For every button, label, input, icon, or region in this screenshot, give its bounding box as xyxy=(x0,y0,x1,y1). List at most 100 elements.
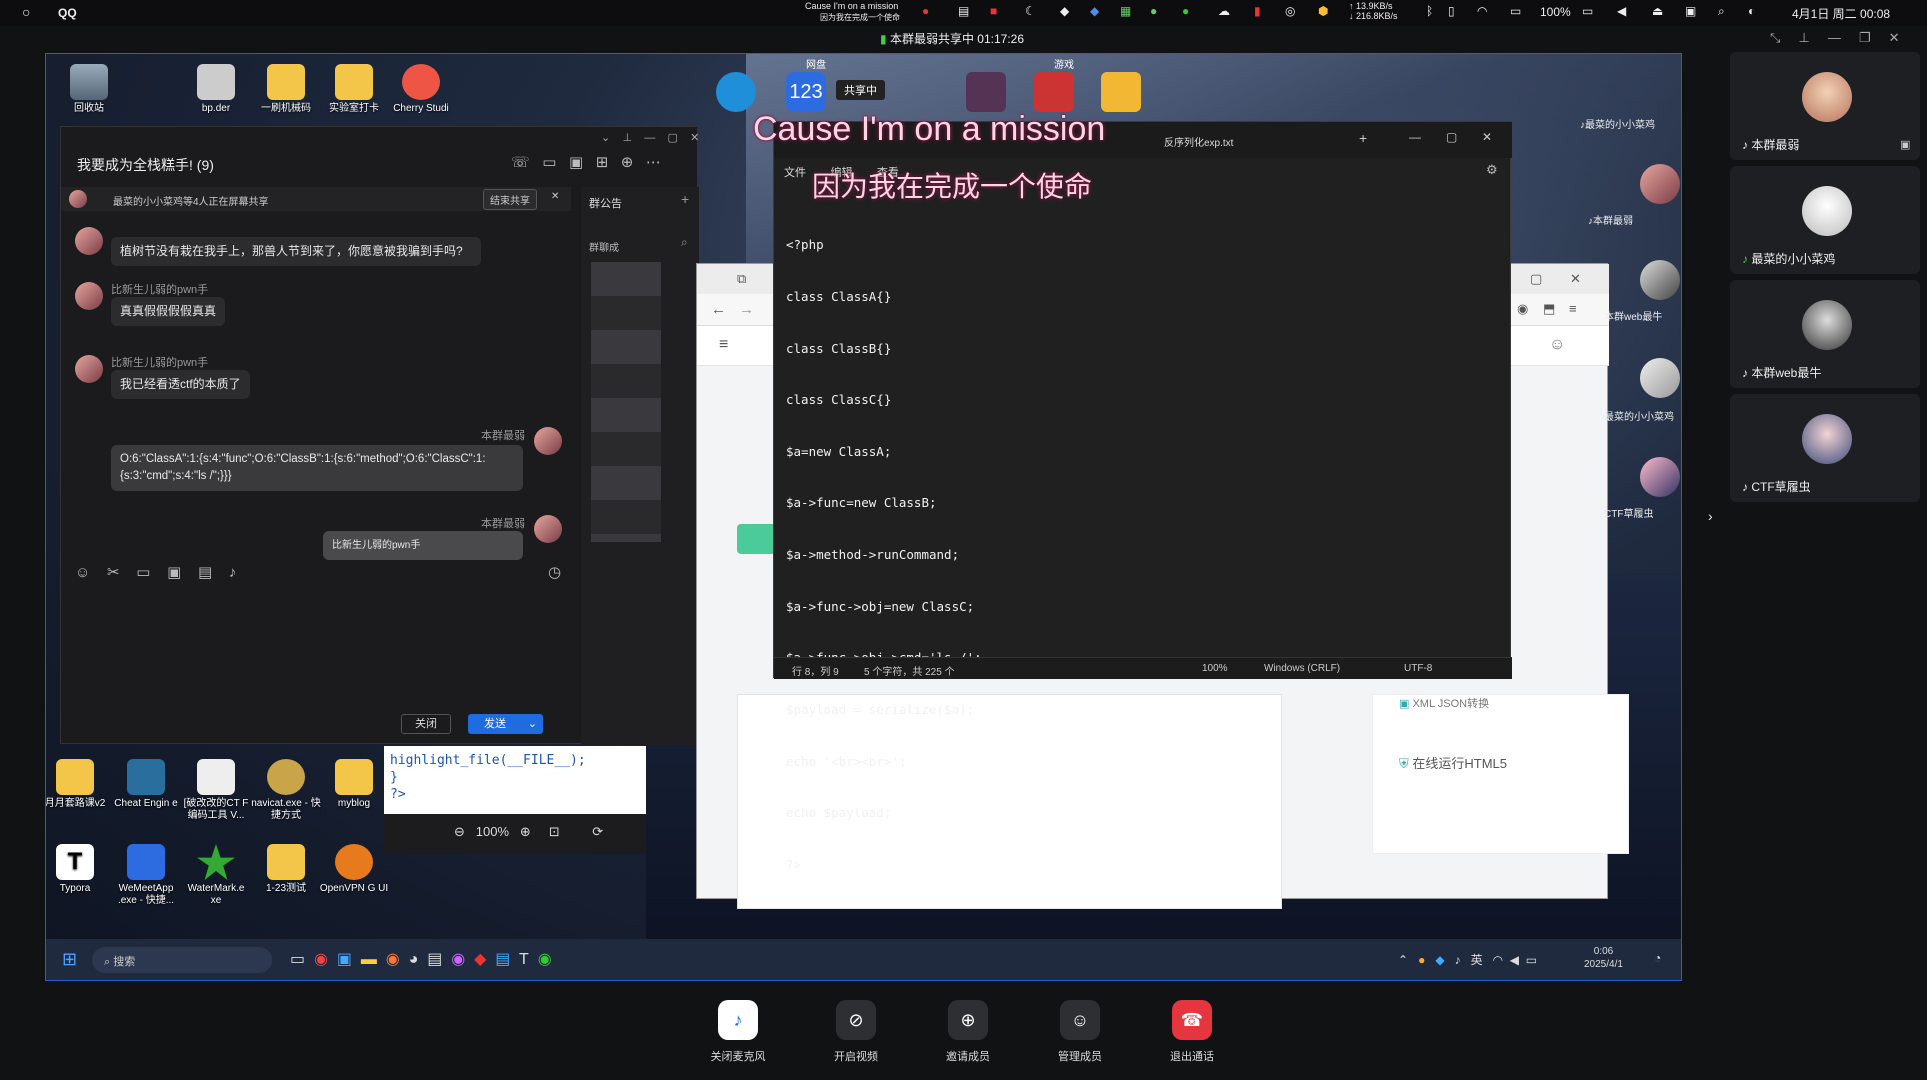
qq-icon[interactable]: ◕ xyxy=(409,951,419,968)
app-icon[interactable] xyxy=(1101,72,1141,112)
wifi-icon[interactable]: ◠ xyxy=(1493,953,1503,967)
task-view-icon[interactable]: ▭ xyxy=(290,951,305,968)
notepad-tab[interactable]: 反序列化exp.txt xyxy=(1164,134,1233,149)
desktop-icon-folder[interactable]: 月月套路课v2 xyxy=(46,759,110,810)
emoji-icon[interactable]: ☺ xyxy=(75,564,90,581)
close-icon[interactable]: ✕ xyxy=(690,132,699,144)
member-tile[interactable]: ♪ 本群最弱 ▣ xyxy=(1730,52,1920,160)
windows-start-icon[interactable]: ⊞ xyxy=(62,949,77,970)
desktop-icon-myblog[interactable]: myblog xyxy=(319,759,389,810)
member-tile[interactable]: ♪ 本群web最牛 xyxy=(1730,280,1920,388)
call-icon[interactable]: ☏ xyxy=(511,154,530,171)
notepad-editor[interactable]: <?php class ClassA{} class ClassB{} clas… xyxy=(786,202,982,907)
profile-icon[interactable]: ◉ xyxy=(1517,301,1528,317)
tray-icon[interactable]: ◆ xyxy=(1090,4,1099,18)
desktop-icon-typora[interactable]: T Typora xyxy=(46,844,110,895)
mute-mic-control[interactable]: ♪ 关闭麦克风 xyxy=(698,1000,778,1064)
chevron-up-icon[interactable]: ⌃ xyxy=(1398,953,1408,967)
notification-icon[interactable]: ◔ xyxy=(1654,951,1661,965)
app-123-icon[interactable]: 123 xyxy=(786,72,826,112)
search-icon[interactable]: ⌕ xyxy=(1718,4,1725,19)
control-center-icon[interactable]: ◐ xyxy=(1748,4,1755,18)
extension-icon[interactable]: ⬒ xyxy=(1543,301,1555,317)
chat-message[interactable]: 真真假假假假真真 xyxy=(111,297,226,326)
member-tile[interactable]: ♪ 最菜的小小菜鸡 xyxy=(1730,166,1920,274)
tray-icon[interactable]: ⬢ xyxy=(1318,4,1328,18)
tool-item[interactable]: ▣ XML JSON转换 xyxy=(1399,695,1489,711)
notepad-icon[interactable]: ▤ xyxy=(495,951,510,968)
desktop-icon-openvpn[interactable]: OpenVPN G UI xyxy=(319,844,389,895)
tray-icon[interactable]: ◆ xyxy=(1060,4,1069,18)
volume-icon[interactable]: ◀ xyxy=(1617,4,1626,18)
search-icon[interactable]: ⌕ xyxy=(681,235,688,250)
battery-icon[interactable]: ▭ xyxy=(1526,953,1537,967)
member-tile[interactable]: ♪ CTF草履虫 xyxy=(1730,394,1920,502)
wechat-icon[interactable]: ● xyxy=(1182,4,1189,18)
close-icon[interactable]: ✕ xyxy=(1889,30,1900,45)
collapse-icon[interactable]: ⤡ xyxy=(1770,30,1780,45)
maximize-icon[interactable]: ▢ xyxy=(668,132,678,144)
folder-icon[interactable]: ▭ xyxy=(136,564,150,581)
eject-icon[interactable]: ⏏ xyxy=(1652,4,1663,18)
desktop-icon-bp[interactable]: bp.der xyxy=(181,64,251,115)
minimize-icon[interactable]: — xyxy=(1409,130,1421,144)
pin-icon[interactable]: ⊥ xyxy=(1798,30,1809,45)
user-icon[interactable]: ☺ xyxy=(1549,336,1565,354)
wechat-icon[interactable]: ◉ xyxy=(538,951,552,968)
restore-icon[interactable]: ❐ xyxy=(1859,30,1871,45)
phone-icon[interactable]: ▯ xyxy=(1448,4,1455,18)
new-tab-icon[interactable]: + xyxy=(1359,130,1367,146)
chevron-down-icon[interactable]: ⌄ xyxy=(528,714,543,734)
apps-icon[interactable]: ⊞ xyxy=(596,154,609,171)
fit-icon[interactable]: ⊡ xyxy=(549,824,560,839)
maximize-icon[interactable]: ▢ xyxy=(1446,130,1457,144)
inbox-icon[interactable]: ▤ xyxy=(198,564,212,581)
back-icon[interactable]: ← xyxy=(711,301,726,318)
ime-indicator[interactable]: 英 xyxy=(1471,953,1483,967)
desktop-icon-ctf-tool[interactable]: [破改改的CT F编码工具 V... xyxy=(181,759,251,822)
add-announcement-icon[interactable]: + xyxy=(681,191,689,207)
taskbar-search[interactable]: ⌕ 搜索 xyxy=(92,947,272,973)
desktop-icon-folder[interactable]: 实验室打卡 xyxy=(319,64,389,115)
display-icon[interactable]: ▭ xyxy=(1510,4,1521,18)
tray-icon[interactable]: ● xyxy=(1418,953,1425,967)
scissors-icon[interactable]: ✂ xyxy=(107,564,120,581)
chat-message[interactable]: 比新生儿弱的pwn手 xyxy=(323,531,523,560)
desktop-icon-cherry[interactable]: Cherry Studi xyxy=(386,64,456,115)
leave-call-control[interactable]: ☎ 退出通话 xyxy=(1152,1000,1232,1064)
desktop-icon-recycle-bin[interactable]: 回收站 xyxy=(54,64,124,115)
zoom-out-icon[interactable]: ⊖ xyxy=(454,824,465,839)
bluetooth-icon[interactable]: ᛒ xyxy=(1426,4,1433,18)
app-icon[interactable] xyxy=(1034,72,1074,112)
settings-icon[interactable]: ⚙ xyxy=(1486,162,1498,178)
tray-icon[interactable]: ▤ xyxy=(958,4,969,18)
zoom-in-icon[interactable]: ⊕ xyxy=(520,824,531,839)
video-control[interactable]: ⊘ 开启视频 xyxy=(816,1000,896,1064)
video-icon[interactable]: ▭ xyxy=(542,154,556,171)
file-explorer-icon[interactable]: ▬ xyxy=(361,951,377,968)
tray-icon[interactable]: ◆ xyxy=(1435,953,1444,967)
app-icon[interactable]: ◆ xyxy=(474,951,486,968)
forward-icon[interactable]: → xyxy=(739,301,754,318)
tray-icon[interactable]: ☾ xyxy=(1025,4,1036,18)
send-button[interactable]: 发送 ⌄ xyxy=(468,714,543,734)
history-icon[interactable]: ◷ xyxy=(548,563,561,581)
pin-icon[interactable]: ⊥ xyxy=(622,132,632,144)
green-button[interactable] xyxy=(737,524,777,554)
tray-icon[interactable]: ● xyxy=(922,4,929,18)
app-icon[interactable]: ▣ xyxy=(337,951,352,968)
chat-message[interactable]: O:6:"ClassA":1:{s:4:"func";O:6:"ClassB":… xyxy=(111,445,523,491)
menu-icon[interactable]: ≡ xyxy=(1569,301,1577,316)
image-icon[interactable]: ▣ xyxy=(167,564,181,581)
screen-share-icon[interactable]: ▣ xyxy=(569,154,583,171)
invite-control[interactable]: ⊕ 邀请成员 xyxy=(928,1000,1008,1064)
end-share-button[interactable]: 结束共享 xyxy=(483,189,537,210)
typora-icon[interactable]: T xyxy=(519,951,529,968)
desktop-icon-navicat[interactable]: navicat.exe - 快捷方式 xyxy=(251,759,321,822)
chrome-icon[interactable]: ◉ xyxy=(314,951,328,968)
firefox-icon[interactable]: ◉ xyxy=(386,951,400,968)
tray-icon[interactable]: ● xyxy=(1150,4,1157,18)
desktop-icon-watermark[interactable]: WaterMark.e xe xyxy=(181,844,251,907)
control-icon[interactable]: ▣ xyxy=(1685,4,1696,18)
minimize-icon[interactable]: — xyxy=(1828,30,1841,45)
